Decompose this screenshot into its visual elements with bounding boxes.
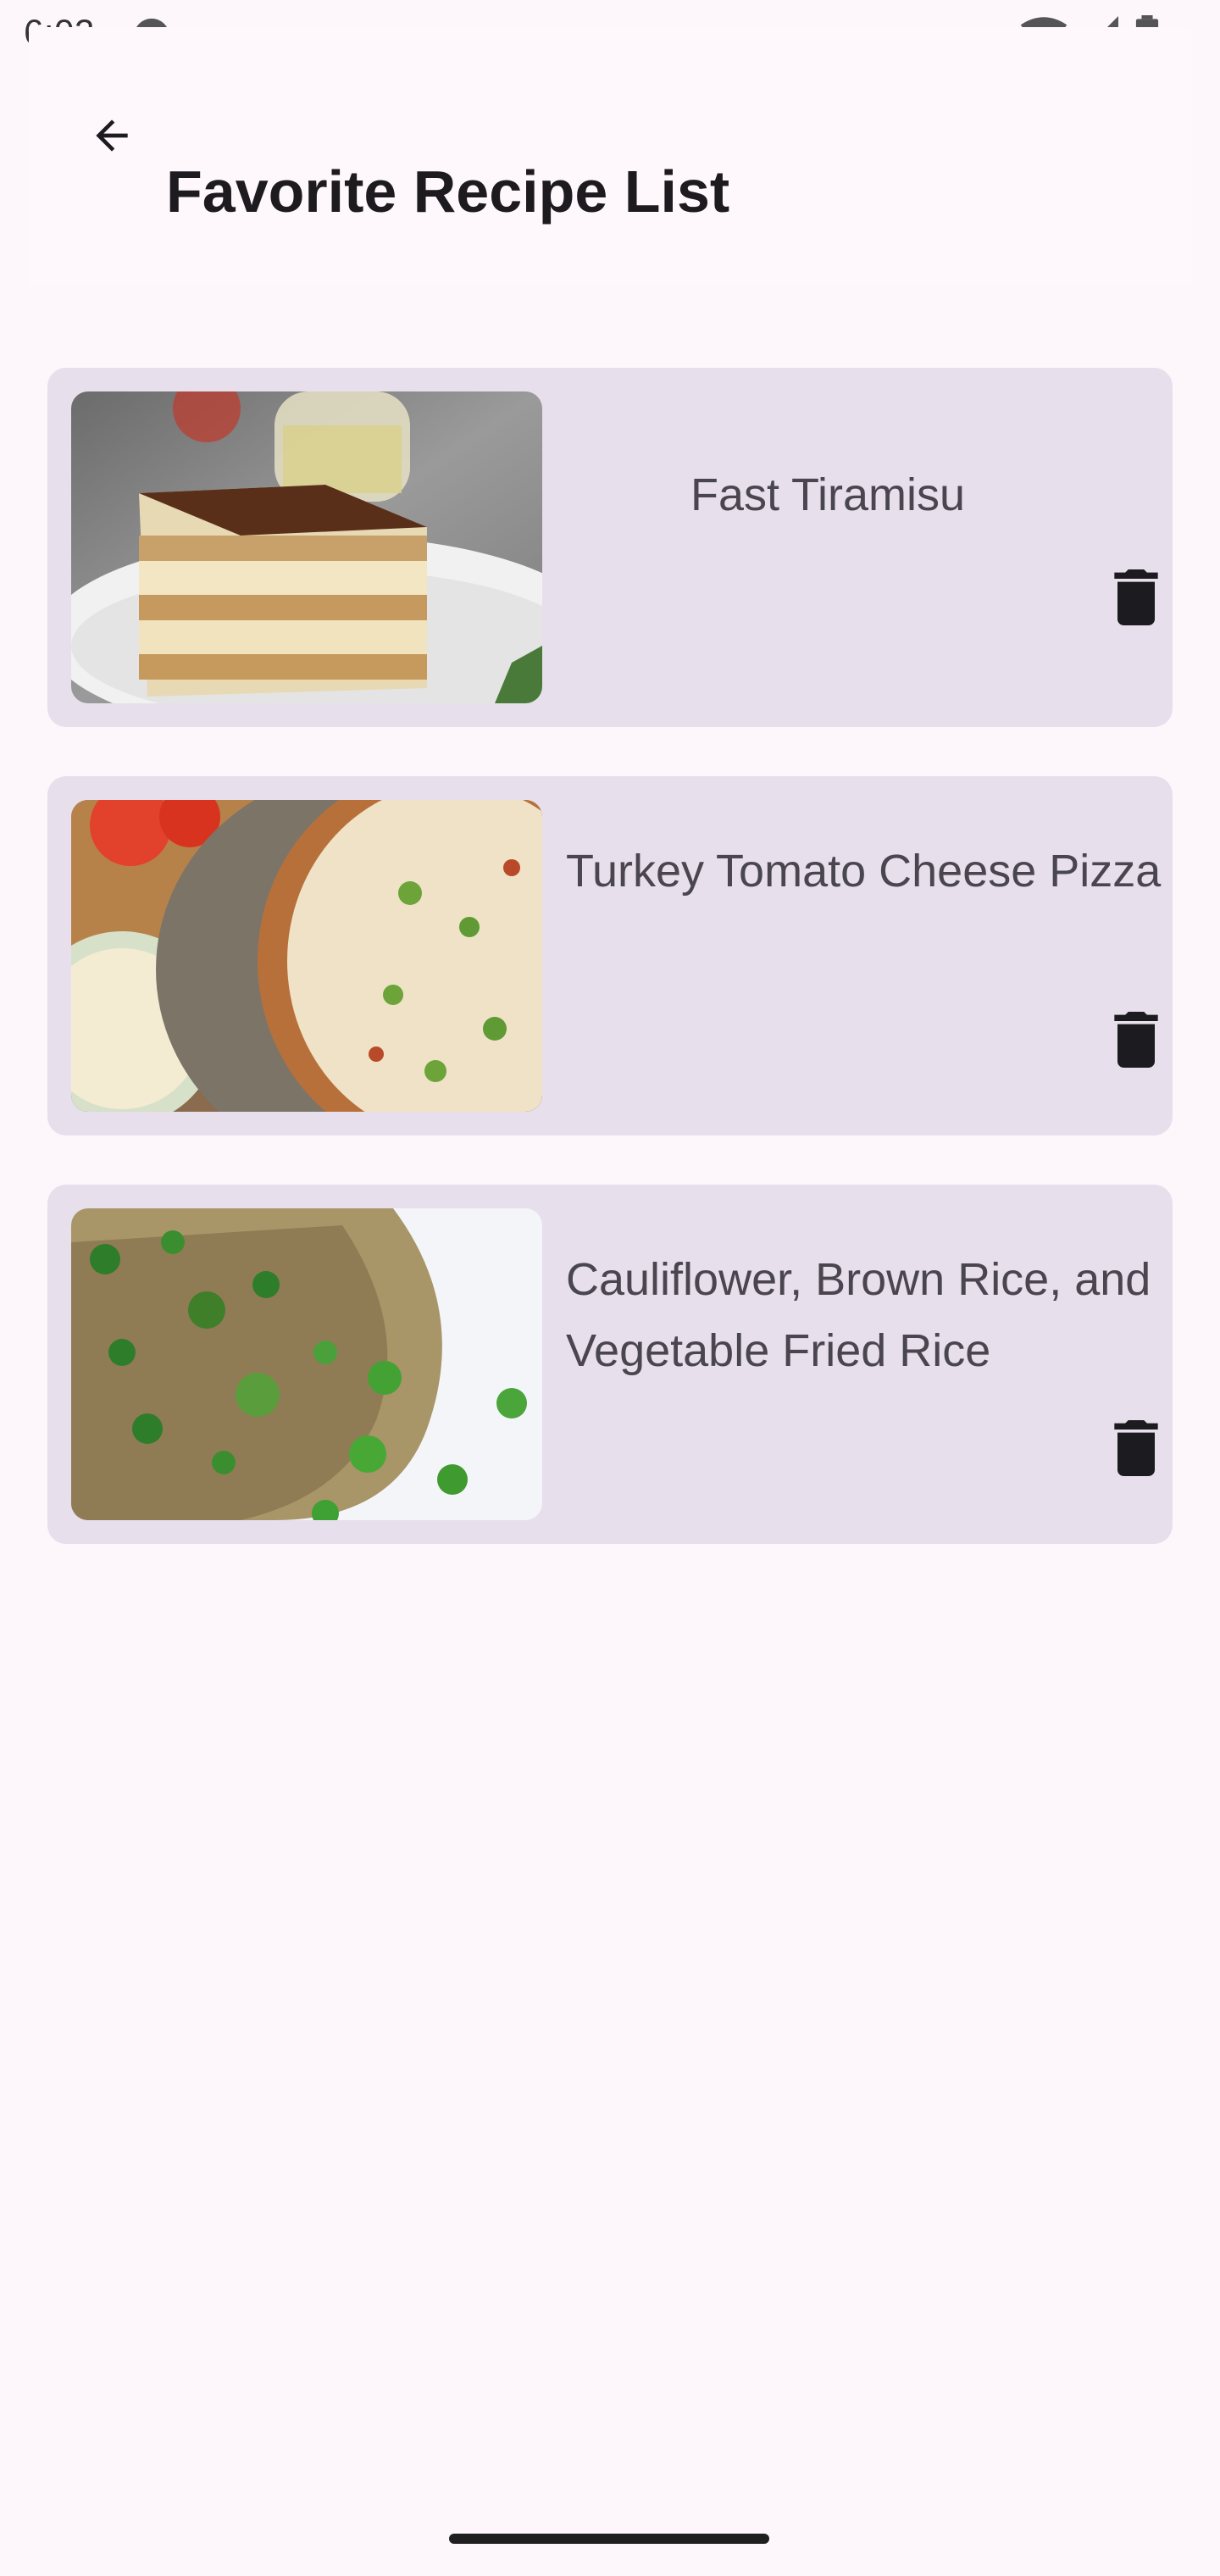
app-bar	[29, 27, 1191, 286]
recipe-name: Turkey Tomato Cheese Pizza	[566, 846, 1162, 897]
recipe-name: Cauliflower, Brown Rice, and Vegetable F…	[566, 1254, 1151, 1376]
recipe-image	[71, 1208, 542, 1520]
recipe-image	[71, 800, 542, 1112]
recipe-card[interactable]: Cauliflower, Brown Rice, and Vegetable F…	[47, 1185, 1173, 1544]
tiramisu-photo	[71, 391, 542, 703]
recipe-card[interactable]: Turkey Tomato Cheese Pizza	[47, 776, 1173, 1135]
trash-icon	[1114, 569, 1158, 625]
page-title: Favorite Recipe List	[166, 158, 730, 225]
fried-rice-photo	[71, 1208, 542, 1520]
arrow-back-icon	[96, 119, 128, 152]
recipe-name: Fast Tiramisu	[690, 469, 966, 520]
back-button[interactable]	[53, 76, 171, 195]
recipe-list: Fast Tiramisu Turkey Tomato Cheese Pizza…	[47, 368, 1173, 1593]
delete-button[interactable]	[1106, 559, 1166, 636]
gesture-nav-bar[interactable]	[449, 2534, 769, 2544]
delete-button[interactable]	[1106, 1002, 1166, 1078]
trash-icon	[1114, 1420, 1158, 1476]
pizza-photo	[71, 800, 542, 1112]
delete-button[interactable]	[1106, 1410, 1166, 1486]
trash-icon	[1114, 1012, 1158, 1068]
recipe-image	[71, 391, 542, 703]
recipe-card[interactable]: Fast Tiramisu	[47, 368, 1173, 727]
